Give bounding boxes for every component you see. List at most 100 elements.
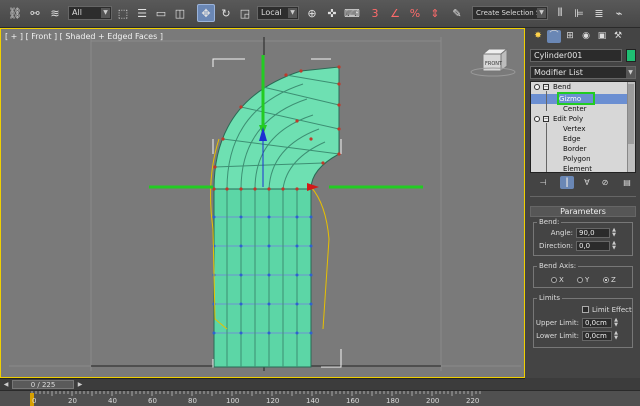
spinner-arrows-icon[interactable]: ▲ ▼ <box>611 228 617 238</box>
parameters-rollout-title[interactable]: Parameters <box>530 206 636 217</box>
upper-limit-label: Upper Limit: <box>535 319 579 327</box>
stack-item-edit-poly[interactable]: Edit Poly <box>553 114 583 124</box>
select-by-name-icon[interactable]: ☰ <box>133 4 151 22</box>
motion-tab-icon[interactable]: ◉ <box>579 30 593 43</box>
bulb-icon[interactable] <box>534 84 540 90</box>
unlink-icon[interactable]: ⚯ <box>26 4 44 22</box>
stack-tools: ⊣ ┃ ∀ ⊘ ▤ <box>530 176 636 190</box>
stack-item-vertex[interactable]: Vertex <box>563 124 586 134</box>
tick-label: 100 <box>226 397 240 405</box>
bind-space-warp-icon[interactable]: ≋ <box>46 4 64 22</box>
axis-x-radio[interactable] <box>551 277 557 283</box>
layer-manager-icon[interactable]: ≣ <box>590 4 608 22</box>
stack-item-border[interactable]: Border <box>563 144 586 154</box>
viewport-canvas[interactable]: FRONT <box>1 29 526 379</box>
tick-label: 180 <box>386 397 400 405</box>
viewport-label[interactable]: [ + ] [ Front ] [ Shaded + Edged Faces ] <box>5 32 163 41</box>
stack-item-polygon[interactable]: Polygon <box>563 154 591 164</box>
divider <box>530 196 636 197</box>
ref-coord-value: Local <box>261 8 282 17</box>
front-viewport[interactable]: FRONT [ + ] [ Front ] [ Shaded + Edged F… <box>0 28 525 378</box>
lower-limit-spinner[interactable]: 0,0cm <box>582 331 612 341</box>
pivot-icon[interactable]: ⊕ <box>303 4 321 22</box>
spinner-snap-icon[interactable]: ⇕ <box>426 4 444 22</box>
collapse-icon[interactable]: − <box>543 84 549 90</box>
time-slider-thumb[interactable]: 0 / 225 <box>12 380 74 389</box>
tree-line <box>546 123 547 172</box>
viewcube-icon[interactable]: FRONT <box>470 47 516 77</box>
tick-label: 220 <box>466 397 480 405</box>
chevron-down-icon: ▼ <box>288 8 297 18</box>
stack-item-element[interactable]: Element <box>563 164 592 172</box>
next-frame-icon[interactable]: ▶ <box>76 380 84 389</box>
percent-snap-icon[interactable]: % <box>406 4 424 22</box>
upper-limit-spinner[interactable]: 0,0cm <box>582 318 612 328</box>
angle-spinner[interactable]: 90,0 <box>576 228 610 238</box>
limit-effect-checkbox[interactable] <box>582 306 589 313</box>
rect-region-icon[interactable]: ▭ <box>152 4 170 22</box>
select-manipulate-icon[interactable]: ✜ <box>323 4 341 22</box>
track-bar[interactable]: 0 20 40 60 80 100 120 140 160 180 200 22… <box>0 390 640 406</box>
spinner-arrows-icon[interactable]: ▲ ▼ <box>613 318 619 328</box>
object-color-swatch[interactable] <box>626 49 636 62</box>
prev-frame-icon[interactable]: ◀ <box>2 380 10 389</box>
object-name-field[interactable]: Cylinder001 <box>530 49 622 62</box>
ref-coord-dropdown[interactable]: Local ▼ <box>257 6 299 20</box>
scrollbar-thumb[interactable] <box>628 84 634 144</box>
tick-label: 120 <box>266 397 280 405</box>
stack-item-bend[interactable]: Bend <box>553 82 571 92</box>
select-object-icon[interactable]: ⬚ <box>114 4 132 22</box>
selection-filter-dropdown[interactable]: All ▼ <box>68 6 112 20</box>
named-selection-dropdown[interactable]: Create Selection Se ▼ <box>472 6 548 20</box>
viewcube-label: FRONT <box>485 61 503 67</box>
modifier-list-dropdown[interactable]: Modifier List ▼ <box>530 66 636 79</box>
spinner-arrows-icon[interactable]: ▲ ▼ <box>613 331 619 341</box>
stack-scrollbar[interactable] <box>627 82 635 172</box>
bend-group-label: Bend: <box>537 218 562 226</box>
tick-label: 160 <box>346 397 360 405</box>
align-icon[interactable]: ⊫ <box>570 4 588 22</box>
configure-sets-icon[interactable]: ▤ <box>620 176 634 189</box>
spinner-arrows-icon[interactable]: ▲ ▼ <box>611 241 617 251</box>
rotate-icon[interactable]: ↻ <box>217 4 235 22</box>
remove-modifier-icon[interactable]: ⊘ <box>598 176 612 189</box>
tick-label: 140 <box>306 397 320 405</box>
time-slider[interactable]: ◀ 0 / 225 ▶ <box>0 378 525 390</box>
pin-stack-icon[interactable]: ⊣ <box>536 176 550 189</box>
angle-snap-icon[interactable]: ∠ <box>386 4 404 22</box>
tick-label: 0 <box>32 397 37 405</box>
graph-editor-icon[interactable]: ⌁ <box>610 4 628 22</box>
bulb-icon[interactable] <box>534 116 540 122</box>
lower-limit-label: Lower Limit: <box>536 332 579 340</box>
display-tab-icon[interactable]: ▣ <box>595 30 609 43</box>
bend-axis-label: Bend Axis: <box>537 262 579 270</box>
direction-spinner[interactable]: 0,0 <box>576 241 610 251</box>
scale-icon[interactable]: ◲ <box>236 4 254 22</box>
create-tab-icon[interactable]: ✸ <box>531 30 545 43</box>
axis-y-radio[interactable] <box>577 277 583 283</box>
utilities-tab-icon[interactable]: ⚒ <box>611 30 625 43</box>
keyboard-shortcut-icon[interactable]: ⌨ <box>343 4 361 22</box>
snap-3-icon[interactable]: 3 <box>366 4 384 22</box>
modifier-stack[interactable]: − Bend Gizmo Center − Edit Poly Vertex E… <box>530 81 636 173</box>
axis-z-radio[interactable] <box>603 277 609 283</box>
make-unique-icon[interactable]: ∀ <box>580 176 594 189</box>
axis-z-label: Z <box>611 276 616 284</box>
hierarchy-tab-icon[interactable]: ⊞ <box>563 30 577 43</box>
window-crossing-icon[interactable]: ◫ <box>171 4 189 22</box>
collapse-icon[interactable]: − <box>543 116 549 122</box>
modify-tab-icon[interactable]: ⌒ <box>547 30 561 43</box>
stack-item-edge[interactable]: Edge <box>563 134 581 144</box>
command-panel-tabs: ✸ ⌒ ⊞ ◉ ▣ ⚒ <box>529 30 637 44</box>
selection-filter-value: All <box>72 8 82 17</box>
stack-item-center[interactable]: Center <box>563 104 587 114</box>
mirror-icon[interactable]: ⫴ <box>551 4 569 22</box>
move-icon[interactable]: ✥ <box>197 4 215 22</box>
link-icon[interactable]: ⛓ <box>6 4 24 22</box>
panel-bottom-bar <box>525 378 640 390</box>
axis-x-label: X <box>559 276 564 284</box>
tick-label: 200 <box>426 397 440 405</box>
show-end-result-icon[interactable]: ┃ <box>560 176 574 189</box>
edit-named-selections-icon[interactable]: ✎ <box>448 4 466 22</box>
named-selection-value: Create Selection Se <box>476 9 545 17</box>
